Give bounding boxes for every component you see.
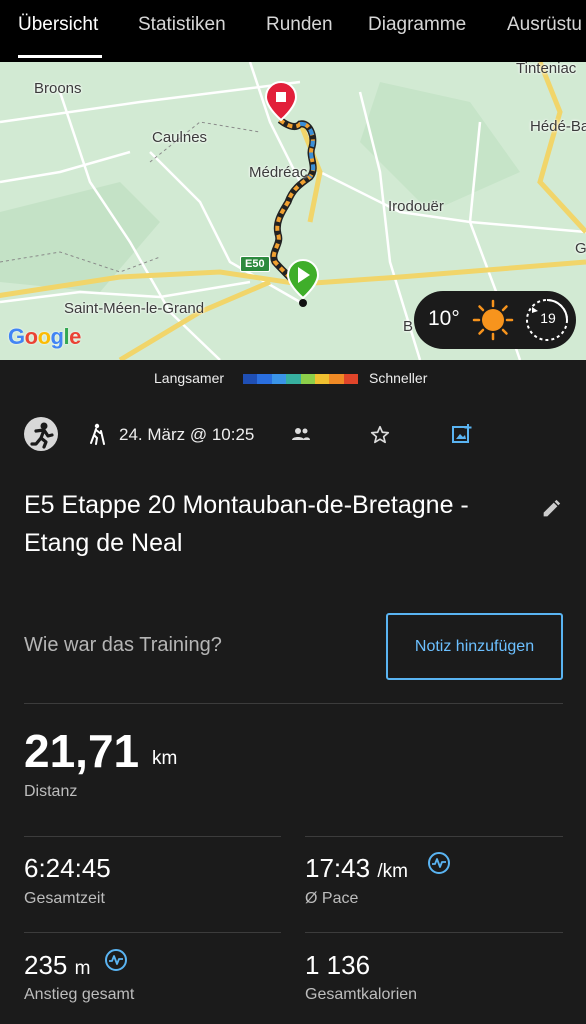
distance-unit: km <box>152 748 178 769</box>
road-number-badge: E50 <box>240 256 270 272</box>
insight-icon[interactable] <box>104 948 128 972</box>
distance-label: Distanz <box>24 783 78 800</box>
distance-value: 21,71 <box>24 725 140 777</box>
ascent-number: 235 <box>24 950 68 980</box>
calories-value: 1 136 <box>305 950 371 980</box>
pace-number: 17:43 <box>305 853 371 883</box>
add-note-button[interactable]: Notiz hinzufügen <box>386 613 563 680</box>
calories-label: Gesamtkalorien <box>305 986 418 1003</box>
legend-fast-label: Schneller <box>369 370 428 386</box>
legend-swatch <box>271 374 287 384</box>
legend-swatch <box>286 374 301 384</box>
legend-swatch <box>257 374 272 384</box>
sun-icon <box>472 299 514 341</box>
legend-swatch <box>343 374 358 384</box>
pace-value: 17:43 /km <box>305 853 408 884</box>
tab-gear[interactable]: Ausrüstu <box>507 14 582 36</box>
temperature: 10° <box>428 307 460 330</box>
divider <box>305 836 563 837</box>
divider <box>24 932 281 933</box>
total-time-value: 6:24:45 <box>24 853 111 883</box>
divider <box>24 703 563 704</box>
legend-color-bar <box>243 374 358 384</box>
total-time-label: Gesamtzeit <box>24 890 105 907</box>
map-label: B <box>403 318 414 335</box>
star-icon[interactable] <box>369 424 391 446</box>
legend-swatch <box>329 374 344 384</box>
tab-bar: Übersicht Statistiken Runden Diagramme A… <box>0 0 586 62</box>
active-tab-indicator <box>18 55 102 58</box>
wind-speed: 19 <box>540 310 556 326</box>
map-label: Hédé-Ba <box>530 118 586 135</box>
divider <box>24 836 281 837</box>
hiking-icon <box>90 423 105 445</box>
add-photo-icon[interactable] <box>451 423 473 445</box>
insight-icon[interactable] <box>427 851 451 875</box>
activity-meta-row: 24. März @ 10:25 <box>0 412 586 456</box>
ascent-value: 235 m <box>24 950 90 981</box>
tab-charts[interactable]: Diagramme <box>368 14 466 36</box>
map-label: Tinteniac <box>516 62 577 77</box>
pace-legend: Langsamer Schneller <box>0 366 586 390</box>
avatar[interactable] <box>24 417 58 451</box>
route-map[interactable]: Broons Caulnes Médréac Irodouër Saint-Mé… <box>0 62 586 360</box>
map-label: Saint-Méen-le-Grand <box>64 300 205 317</box>
training-question: Wie war das Training? <box>24 634 222 656</box>
edit-pencil-icon[interactable] <box>540 498 562 520</box>
legend-swatch <box>314 374 330 384</box>
tab-laps[interactable]: Runden <box>266 14 333 36</box>
tab-overview[interactable]: Übersicht <box>18 14 98 36</box>
legend-swatch <box>243 374 258 384</box>
legend-slow-label: Langsamer <box>154 370 225 386</box>
ascent-label: Anstieg gesamt <box>24 986 135 1003</box>
map-label: G <box>575 240 586 257</box>
people-icon[interactable] <box>291 426 311 442</box>
activity-title: E5 Etappe 20 Montauban-de-Bretagne - Eta… <box>24 491 469 557</box>
pace-unit: /km <box>377 861 408 882</box>
weather-widget[interactable]: 10° 19 <box>414 291 576 349</box>
ascent-unit: m <box>74 958 91 979</box>
map-label: Broons <box>34 80 82 97</box>
map-label: Irodouër <box>388 198 444 215</box>
map-label: Caulnes <box>152 129 208 146</box>
legend-swatch <box>300 374 315 384</box>
runner-icon <box>30 422 54 449</box>
activity-date: 24. März @ 10:25 <box>119 425 255 444</box>
tab-statistics[interactable]: Statistiken <box>138 14 226 36</box>
map-label: Médréac <box>249 164 308 181</box>
divider <box>305 932 563 933</box>
google-logo: Google <box>8 324 81 349</box>
pace-label: Ø Pace <box>305 890 359 907</box>
